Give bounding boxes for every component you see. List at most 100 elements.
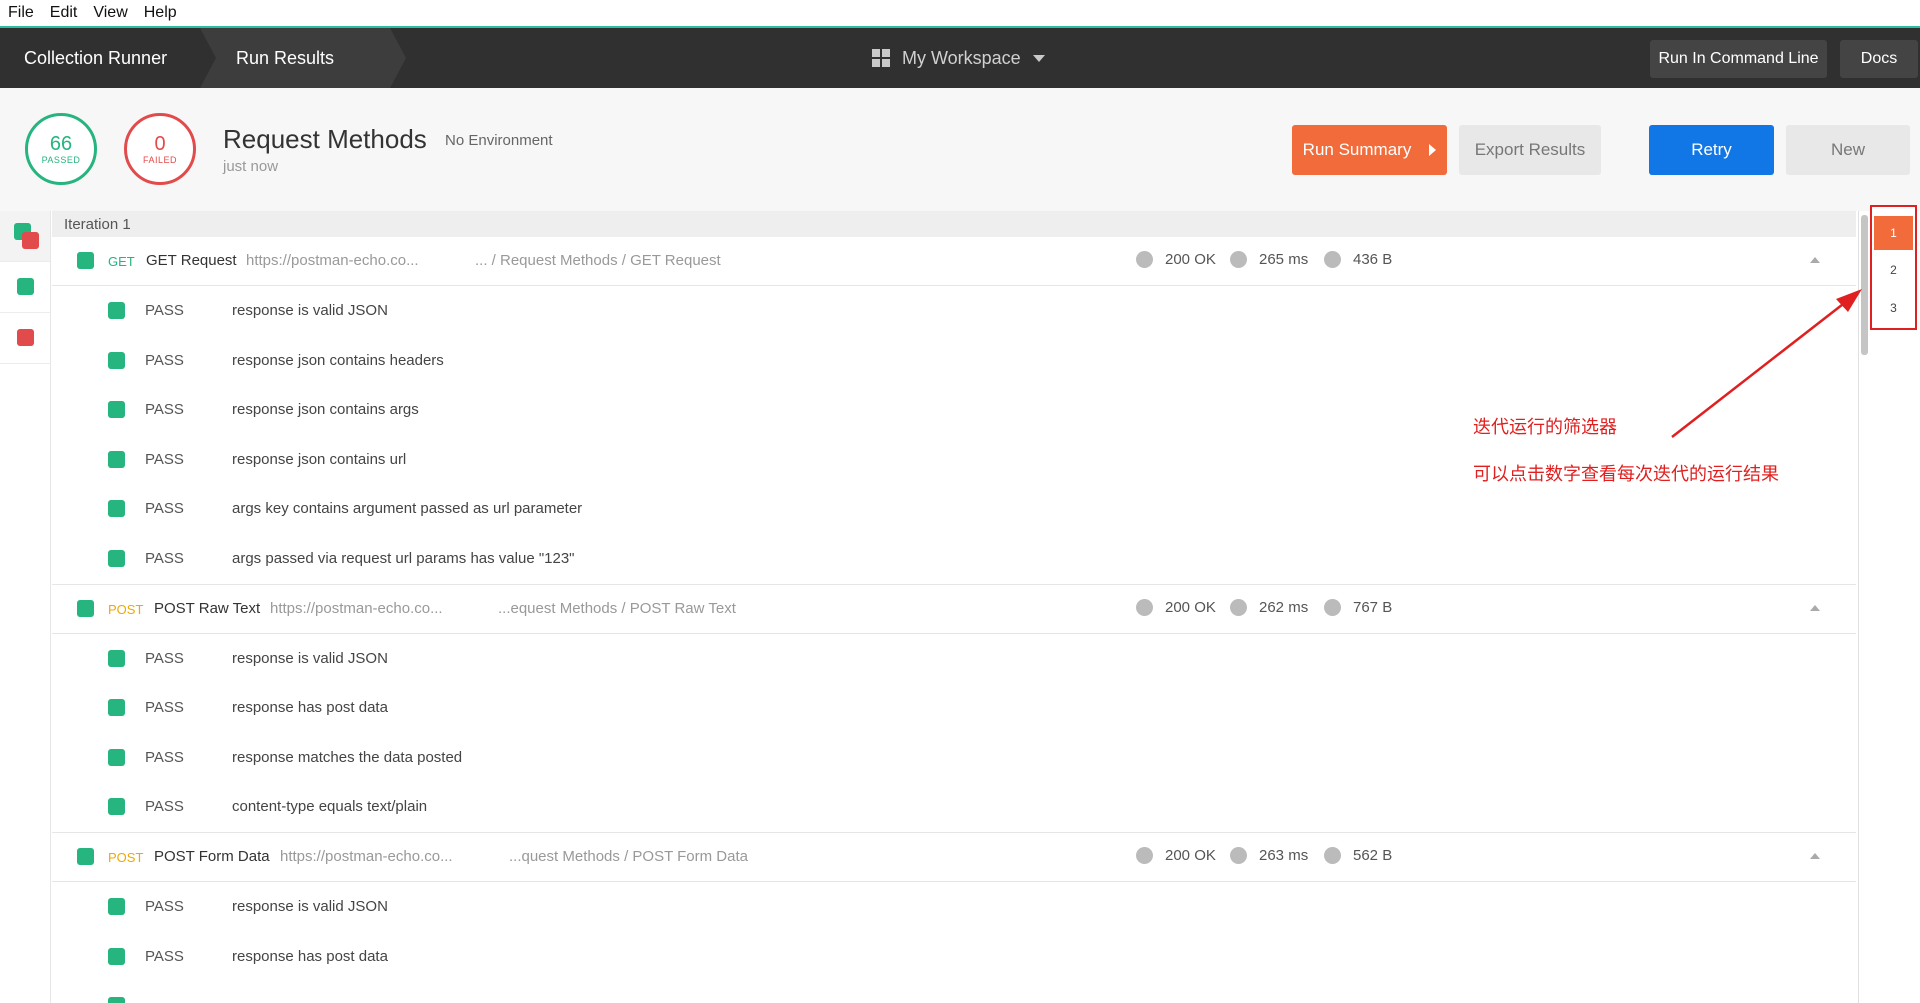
run-environment: No Environment [445, 132, 553, 149]
pass-icon [108, 798, 125, 816]
pass-icon [77, 252, 94, 269]
request-path: ...quest Methods / POST Form Data [509, 847, 748, 865]
test-name: response is valid JSON [232, 897, 388, 915]
failed-counter: 0 FAILED [124, 113, 196, 185]
run-title: Request Methods [223, 124, 427, 154]
pass-icon [108, 748, 125, 766]
filter-failed[interactable] [0, 313, 50, 364]
menu-bar: File Edit View Help [0, 0, 1920, 28]
test-row: PASS response has post data [52, 683, 1856, 733]
breadcrumb-collection-runner[interactable]: Collection Runner [0, 28, 200, 88]
breadcrumb-run-results[interactable]: Run Results [200, 28, 390, 88]
workspace-label: My Workspace [902, 47, 1021, 68]
play-icon [1429, 144, 1437, 156]
request-row[interactable]: GET GET Request https://postman-echo.co.… [52, 237, 1856, 286]
test-row: PASS response has post data [52, 932, 1856, 982]
run-summary-label: Run Summary [1302, 140, 1412, 159]
request-row[interactable]: POST POST Raw Text https://postman-echo.… [52, 584, 1856, 634]
run-summary-bar: 66 PASSED 0 FAILED Request Methods No En… [0, 88, 1920, 211]
response-time: 265 ms [1230, 251, 1308, 268]
pass-icon [108, 947, 125, 965]
test-row: PASS content-type equals text/plain [52, 782, 1856, 833]
filter-all[interactable] [0, 211, 50, 262]
menu-help[interactable]: Help [144, 4, 177, 22]
test-name: response json contains url [232, 450, 407, 468]
test-result: PASS [145, 897, 184, 915]
pass-icon [108, 500, 125, 518]
test-name: response json contains headers [232, 351, 444, 369]
test-result: PASS [145, 699, 184, 717]
collapse-icon[interactable] [1810, 604, 1820, 611]
test-result: PASS [145, 947, 184, 965]
test-row: PASS args key contains argument passed as… [52, 484, 1856, 534]
test-result: PASS [145, 351, 184, 369]
scrollbar-thumb[interactable] [1861, 215, 1868, 355]
passed-count: 66 [49, 133, 73, 155]
export-results-button[interactable]: Export Results [1459, 125, 1601, 175]
request-row[interactable]: POST POST Form Data https://postman-echo… [52, 832, 1856, 882]
collapse-icon[interactable] [1810, 257, 1820, 263]
pass-icon [108, 549, 125, 567]
annotation-description: 可以点击数字查看每次迭代的运行结果 [1473, 464, 1779, 485]
test-row: PASS response is valid JSON [52, 286, 1856, 336]
run-in-command-line-button[interactable]: Run In Command Line [1650, 40, 1827, 78]
test-name: args key contains argument passed as url… [232, 500, 583, 518]
menu-view[interactable]: View [93, 4, 127, 22]
size-icon [1324, 251, 1341, 268]
request-path: ...equest Methods / POST Raw Text [498, 599, 736, 617]
status-icon [1136, 251, 1153, 268]
test-row: PASS response is valid JSON [52, 882, 1856, 932]
test-result: PASS [145, 748, 184, 766]
test-result: PASS [145, 302, 184, 319]
request-method: GET [108, 254, 135, 269]
test-name: content-type equals text/plain [232, 798, 428, 816]
test-row: PASS response is valid JSON [52, 634, 1856, 684]
iteration-2-button[interactable]: 2 [1874, 253, 1913, 287]
pass-icon [108, 997, 125, 1003]
status-code: 200 OK [1136, 846, 1216, 864]
pass-icon [77, 847, 94, 865]
iteration-header: Iteration 1 [52, 211, 1856, 237]
run-summary-button[interactable]: Run Summary [1292, 125, 1447, 175]
pass-icon [108, 450, 125, 468]
response-size: 562 B [1324, 846, 1392, 864]
new-button[interactable]: New [1786, 125, 1910, 175]
test-result: PASS [145, 401, 184, 419]
docs-button[interactable]: Docs [1840, 40, 1918, 78]
collapse-icon[interactable] [1810, 852, 1820, 859]
menu-edit[interactable]: Edit [50, 4, 78, 22]
breadcrumb-chevron [200, 28, 216, 88]
test-result: PASS [145, 450, 184, 468]
pass-icon [108, 649, 125, 667]
app-header: Collection Runner Run Results My Workspa… [0, 28, 1920, 88]
request-name: POST Form Data [154, 847, 270, 865]
iteration-3-button[interactable]: 3 [1874, 291, 1913, 325]
failed-label: FAILED [142, 155, 177, 165]
annotation-title: 迭代运行的筛选器 [1473, 417, 1617, 438]
filter-passed[interactable] [0, 262, 50, 313]
response-size: 436 B [1324, 251, 1392, 268]
run-timestamp: just now [223, 158, 279, 175]
pass-icon [77, 599, 94, 617]
response-time: 263 ms [1230, 846, 1308, 864]
test-name: response has post data [232, 699, 388, 717]
breadcrumb-chevron [390, 28, 406, 88]
test-name: response json contains args [232, 401, 419, 419]
retry-button[interactable]: Retry [1649, 125, 1774, 175]
pass-icon [108, 897, 125, 915]
pass-icon [17, 278, 34, 295]
size-icon [1324, 598, 1341, 616]
request-url: https://postman-echo.co... [270, 599, 443, 617]
workspace-selector[interactable]: My Workspace [872, 28, 1045, 88]
grid-icon [872, 49, 890, 67]
test-name: response has post data [232, 947, 388, 965]
clock-icon [1230, 846, 1247, 864]
request-path: ... / Request Methods / GET Request [475, 252, 721, 269]
iteration-1-button[interactable]: 1 [1874, 216, 1913, 250]
test-name: args passed via request url params has v… [232, 549, 575, 567]
request-url: https://postman-echo.co... [246, 252, 419, 269]
test-result: PASS [145, 500, 184, 518]
size-icon [1324, 846, 1341, 864]
menu-file[interactable]: File [8, 4, 34, 22]
status-code: 200 OK [1136, 598, 1216, 616]
